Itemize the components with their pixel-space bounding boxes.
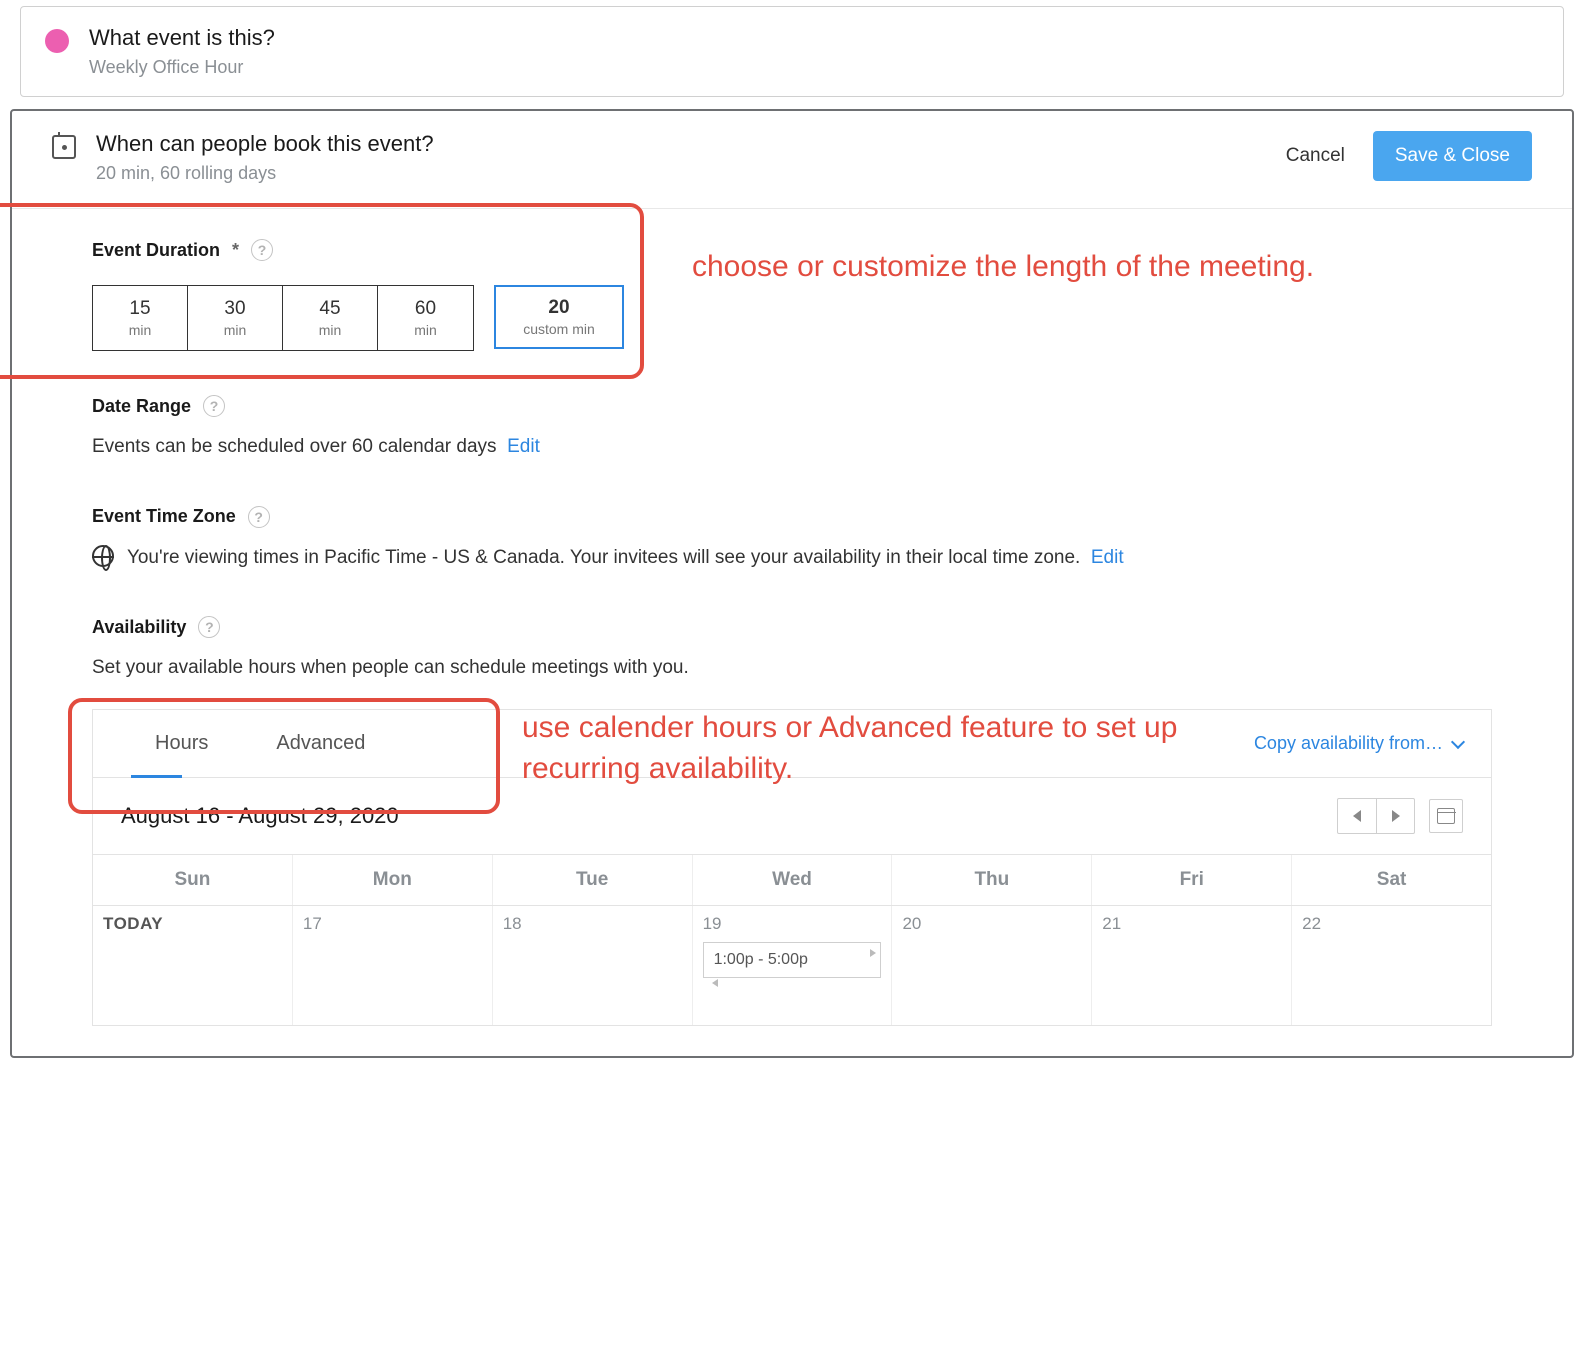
availability-block[interactable]: 1:00p - 5:00p [703,942,882,978]
prev-week-button[interactable] [1338,799,1376,833]
date-range-title: August 16 - August 29, 2020 [121,803,399,829]
weekday-head-sun: Sun [93,855,293,905]
duration-option-30[interactable]: 30 min [188,286,283,350]
weekday-head-wed: Wed [693,855,893,905]
tab-hours[interactable]: Hours [121,710,242,777]
date-range-edit-link[interactable]: Edit [507,436,540,457]
next-week-button[interactable] [1376,799,1414,833]
duration-option-45[interactable]: 45 min [283,286,378,350]
weekday-head-mon: Mon [293,855,493,905]
help-icon[interactable]: ? [203,395,225,417]
jump-to-date-button[interactable] [1429,799,1463,833]
chevron-right-icon [1392,810,1400,822]
weekday-head-fri: Fri [1092,855,1292,905]
calendar-mini-icon [1437,808,1455,824]
event-type-name: Weekly Office Hour [89,57,275,78]
help-icon[interactable]: ? [248,506,270,528]
timezone-desc: You're viewing times in Pacific Time - U… [127,547,1080,568]
duration-option-custom[interactable]: 20 custom min [494,285,624,349]
booking-settings-card: When can people book this event? 20 min,… [10,109,1574,1058]
duration-option-group: 15 min 30 min 45 min 60 min [92,285,474,351]
calendar-cell[interactable]: 17 [293,906,493,1025]
event-color-dot [45,29,69,53]
availability-calendar-card: Hours Advanced Copy availability from… A… [92,709,1492,1026]
event-type-summary-card[interactable]: What event is this? Weekly Office Hour [20,6,1564,97]
weekday-head-sat: Sat [1292,855,1491,905]
duration-option-60[interactable]: 60 min [378,286,473,350]
calendar-cell-today[interactable]: TODAY [93,906,293,1025]
help-icon[interactable]: ? [251,239,273,261]
calendar-cell[interactable]: 20 [892,906,1092,1025]
arrow-right-icon [870,949,876,957]
copy-availability-link[interactable]: Copy availability from… [1254,733,1463,754]
calendar-cell[interactable]: 18 [493,906,693,1025]
weekday-head-tue: Tue [493,855,693,905]
date-range-desc: Events can be scheduled over 60 calendar… [92,436,497,457]
booking-section-subtitle: 20 min, 60 rolling days [96,163,434,184]
date-range-label: Date Range [92,396,191,417]
arrow-left-icon [712,979,718,987]
help-icon[interactable]: ? [198,616,220,638]
cancel-button[interactable]: Cancel [1282,135,1349,177]
save-close-button[interactable]: Save & Close [1373,131,1532,181]
chevron-left-icon [1353,810,1361,822]
calendar-icon [52,135,76,159]
required-star: * [232,240,239,261]
tab-advanced[interactable]: Advanced [242,710,399,777]
event-type-question: What event is this? [89,25,275,51]
today-label: TODAY [103,914,282,934]
availability-desc: Set your available hours when people can… [92,654,1492,683]
timezone-label: Event Time Zone [92,506,236,527]
booking-section-title: When can people book this event? [96,131,434,157]
timezone-edit-link[interactable]: Edit [1091,547,1124,568]
globe-icon [92,545,114,567]
duration-option-15[interactable]: 15 min [93,286,188,350]
chevron-down-icon [1451,734,1465,748]
weekday-head-thu: Thu [892,855,1092,905]
availability-label: Availability [92,617,186,638]
calendar-cell[interactable]: 19 1:00p - 5:00p [693,906,893,1025]
duration-label: Event Duration [92,240,220,261]
calendar-cell[interactable]: 22 [1292,906,1491,1025]
calendar-cell[interactable]: 21 [1092,906,1292,1025]
